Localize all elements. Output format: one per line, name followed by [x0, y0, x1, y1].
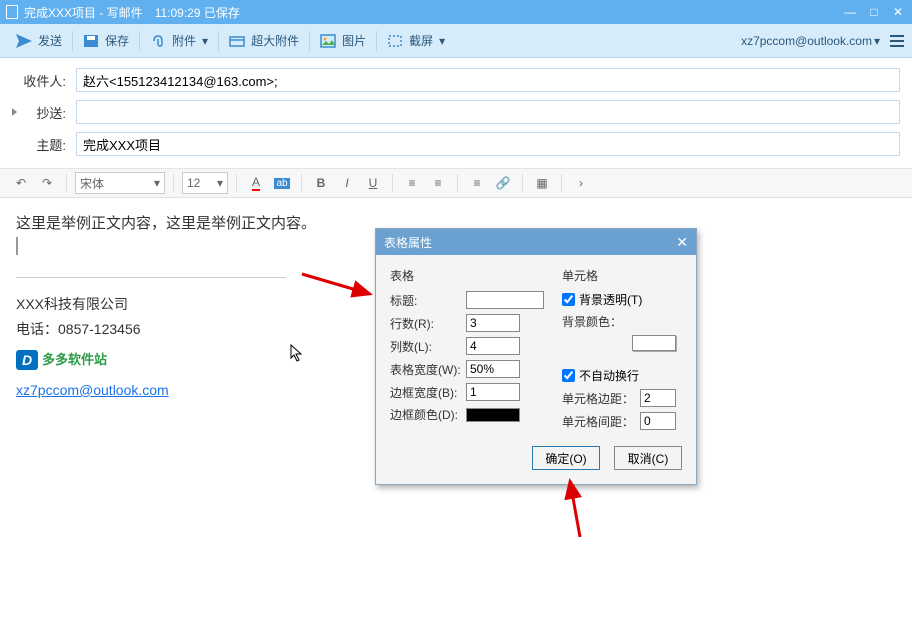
rows-label: 行数(R): [390, 315, 460, 332]
logo-icon: D [16, 350, 38, 370]
table-button[interactable]: ▦ [531, 172, 553, 194]
main-toolbar: 发送 保存 附件 ▾ 超大附件 图片 截屏 ▾ xz7pccom@outlook… [0, 24, 912, 58]
table-section-label: 表格 [390, 267, 544, 284]
send-icon [16, 34, 32, 48]
chevron-down-icon: ▾ [202, 34, 208, 48]
dialog-buttons: 确定(O) 取消(C) [376, 440, 696, 484]
cellpadding-label: 单元格边距： [562, 390, 634, 407]
logo-text: 多多软件站 [42, 348, 107, 371]
text-caret [16, 237, 18, 255]
border-label: 边框宽度(B): [390, 384, 460, 401]
close-button[interactable]: ✕ [890, 5, 906, 19]
subject-label: 主题: [12, 135, 76, 154]
big-attach-icon [229, 34, 245, 48]
width-label: 表格宽度(W): [390, 361, 460, 378]
redo-button[interactable]: ↷ [36, 172, 58, 194]
cols-input[interactable] [466, 337, 520, 355]
window-title: 完成XXX项目 - 写邮件 [24, 4, 143, 21]
header-fields: 收件人: 抄送: 主题: [0, 58, 912, 168]
table-properties-dialog: 表格属性 ✕ 表格 标题: 行数(R): 列数(L): 表格宽度(W): 边框宽… [375, 228, 697, 485]
signature-divider [16, 277, 286, 278]
document-icon [6, 5, 18, 19]
to-label: 收件人: [12, 71, 76, 90]
attach-button[interactable]: 附件 ▾ [142, 28, 216, 53]
ordered-list-button[interactable]: ≡ [401, 172, 423, 194]
title-bar: 完成XXX项目 - 写邮件 11:09:29 已保存 — □ ✕ [0, 0, 912, 24]
send-button[interactable]: 发送 [8, 28, 70, 53]
cols-label: 列数(L): [390, 338, 460, 355]
cell-section: 单元格 背景透明(T) 背景颜色： 不自动换行 单元格边距： 单元格间距： [562, 267, 676, 430]
image-button[interactable]: 图片 [312, 28, 374, 53]
font-color-button[interactable]: A [245, 172, 267, 194]
italic-button[interactable]: I [336, 172, 358, 194]
width-input[interactable] [466, 360, 520, 378]
dialog-close-button[interactable]: ✕ [676, 234, 688, 251]
caption-input[interactable] [466, 291, 544, 309]
minimize-button[interactable]: — [842, 5, 858, 19]
font-size-select[interactable]: 12▾ [182, 172, 228, 194]
image-icon [320, 34, 336, 48]
chevron-down-icon: ▾ [439, 34, 445, 48]
unordered-list-button[interactable]: ≡ [427, 172, 449, 194]
font-family-select[interactable]: 宋体▾ [75, 172, 165, 194]
rows-input[interactable] [466, 314, 520, 332]
nowrap-checkbox[interactable] [562, 369, 575, 382]
save-button[interactable]: 保存 [75, 28, 137, 53]
save-timestamp: 11:09:29 已保存 [155, 4, 240, 21]
screenshot-button[interactable]: 截屏 ▾ [379, 28, 453, 53]
bg-color-label: 背景颜色： [562, 313, 634, 330]
chevron-down-icon: ▾ [874, 34, 880, 48]
sig-email-link[interactable]: xz7pccom@outlook.com [16, 382, 169, 398]
caption-label: 标题: [390, 292, 460, 309]
cellspacing-label: 单元格间距： [562, 413, 634, 430]
cc-label[interactable]: 抄送: [12, 103, 76, 122]
ok-button[interactable]: 确定(O) [532, 446, 600, 470]
save-icon [83, 34, 99, 48]
dialog-title: 表格属性 [384, 234, 432, 251]
bg-transparent-checkbox[interactable] [562, 293, 575, 306]
sig-phone-label: 电话： [16, 321, 58, 337]
annotation-arrow-2 [555, 475, 595, 545]
table-section: 表格 标题: 行数(R): 列数(L): 表格宽度(W): 边框宽度(B): 边… [390, 267, 544, 430]
underline-button[interactable]: U [362, 172, 384, 194]
paperclip-icon [150, 34, 166, 48]
big-attach-button[interactable]: 超大附件 [221, 28, 307, 53]
highlight-button[interactable]: ab [271, 172, 293, 194]
nowrap-label: 不自动换行 [579, 367, 639, 384]
bg-color-button[interactable] [632, 335, 676, 351]
menu-icon[interactable] [890, 35, 904, 47]
screenshot-icon [387, 34, 403, 48]
dialog-titlebar: 表格属性 ✕ [376, 229, 696, 255]
bg-transparent-label: 背景透明(T) [579, 291, 642, 308]
to-input[interactable] [76, 68, 900, 92]
subject-input[interactable] [76, 132, 900, 156]
border-input[interactable] [466, 383, 520, 401]
align-button[interactable]: ≡ [466, 172, 488, 194]
cellspacing-input[interactable] [640, 412, 676, 430]
bordercolor-swatch[interactable] [466, 408, 520, 422]
account-label[interactable]: xz7pccom@outlook.com [741, 34, 872, 48]
cc-input[interactable] [76, 100, 900, 124]
link-button[interactable]: 🔗 [492, 172, 514, 194]
cellpadding-input[interactable] [640, 389, 676, 407]
sig-logo: D 多多软件站 [16, 348, 107, 371]
cancel-button[interactable]: 取消(C) [614, 446, 682, 470]
more-button[interactable]: › [570, 172, 592, 194]
maximize-button[interactable]: □ [866, 5, 882, 19]
undo-button[interactable]: ↶ [10, 172, 32, 194]
bordercolor-label: 边框颜色(D): [390, 406, 460, 423]
window-buttons: — □ ✕ [842, 5, 906, 19]
sig-phone: 0857-123456 [58, 321, 141, 337]
cell-section-label: 单元格 [562, 267, 676, 284]
bold-button[interactable]: B [310, 172, 332, 194]
editor-toolbar: ↶ ↷ 宋体▾ 12▾ A ab B I U ≡ ≡ ≡ 🔗 ▦ › [0, 168, 912, 198]
